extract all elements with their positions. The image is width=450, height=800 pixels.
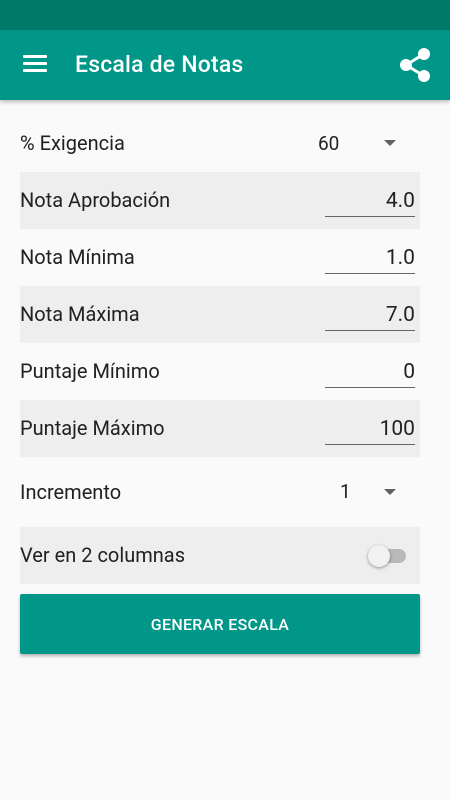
dos-columnas-label: Ver en 2 columnas <box>20 543 186 567</box>
dropdown-arrow-icon <box>384 489 396 495</box>
exigencia-row: % Exigencia 60 <box>20 115 420 172</box>
share-icon[interactable] <box>398 47 432 83</box>
dos-columnas-switch[interactable] <box>368 545 408 567</box>
nota-minima-label: Nota Mínima <box>20 245 135 269</box>
exigencia-value: 60 <box>318 132 340 155</box>
nota-maxima-label: Nota Máxima <box>20 302 140 326</box>
nota-maxima-row: Nota Máxima 7.0 <box>20 286 420 343</box>
dos-columnas-row: Ver en 2 columnas <box>20 527 420 584</box>
puntaje-minimo-row: Puntaje Mínimo 0 <box>20 343 420 400</box>
nota-minima-row: Nota Mínima 1.0 <box>20 229 420 286</box>
exigencia-spinner[interactable]: 60 <box>318 115 420 172</box>
generar-escala-button[interactable]: GENERAR ESCALA <box>20 594 420 654</box>
puntaje-minimo-label: Puntaje Mínimo <box>20 359 160 383</box>
incremento-value: 1 <box>340 480 351 503</box>
exigencia-label: % Exigencia <box>20 131 125 155</box>
app-bar: Escala de Notas <box>0 30 450 100</box>
switch-thumb <box>368 545 390 567</box>
puntaje-maximo-row: Puntaje Máximo 100 <box>20 400 420 457</box>
puntaje-maximo-label: Puntaje Máximo <box>20 416 165 440</box>
puntaje-minimo-input[interactable]: 0 <box>325 357 415 388</box>
nota-maxima-input[interactable]: 7.0 <box>325 300 415 331</box>
incremento-label: Incremento <box>20 480 122 504</box>
app-title: Escala de Notas <box>75 51 244 78</box>
dropdown-arrow-icon <box>384 140 396 146</box>
incremento-spinner[interactable]: 1 <box>340 457 420 527</box>
nota-aprobacion-input[interactable]: 4.0 <box>325 186 415 217</box>
menu-icon[interactable] <box>23 54 47 74</box>
incremento-row: Incremento 1 <box>20 457 420 527</box>
puntaje-maximo-input[interactable]: 100 <box>325 414 415 445</box>
nota-aprobacion-label: Nota Aprobación <box>20 188 171 212</box>
nota-aprobacion-row: Nota Aprobación 4.0 <box>20 172 420 229</box>
nota-minima-input[interactable]: 1.0 <box>325 243 415 274</box>
settings-form: % Exigencia 60 Nota Aprobación 4.0 Nota … <box>20 115 420 584</box>
status-bar <box>0 0 450 30</box>
